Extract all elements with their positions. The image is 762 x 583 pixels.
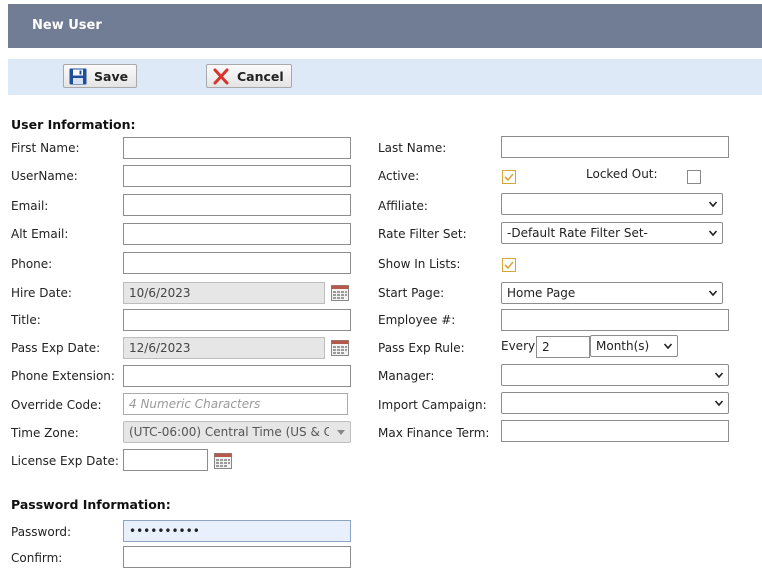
import-campaign-label: Import Campaign: (378, 398, 487, 412)
pass-exp-date-input: 12/6/2023 (123, 337, 325, 359)
manager-label: Manager: (378, 369, 435, 383)
locked-out-checkbox[interactable] (687, 170, 701, 184)
import-campaign-select[interactable] (501, 392, 729, 414)
pass-exp-rule-interval-input[interactable]: 2 (536, 336, 590, 358)
chevron-down-icon (714, 400, 724, 407)
phone-label: Phone: (11, 257, 53, 271)
license-exp-date-input[interactable] (123, 449, 208, 471)
phone-input[interactable] (123, 252, 351, 274)
confirm-password-input[interactable] (123, 546, 351, 568)
manager-select[interactable] (501, 364, 729, 386)
show-in-lists-checkbox[interactable] (502, 258, 516, 272)
start-page-label: Start Page: (378, 286, 445, 300)
password-input[interactable]: •••••••••• (123, 520, 351, 542)
save-button[interactable]: Save (63, 64, 137, 88)
cancel-label: Cancel (237, 68, 284, 84)
caret-down-icon (337, 430, 345, 435)
email-label: Email: (11, 199, 49, 213)
employee-number-label: Employee #: (378, 313, 456, 327)
title-input[interactable] (123, 309, 351, 331)
chevron-down-icon (708, 290, 718, 297)
alt-email-input[interactable] (123, 223, 351, 245)
alt-email-label: Alt Email: (11, 227, 69, 241)
calendar-icon[interactable] (331, 340, 349, 356)
max-finance-term-input[interactable] (501, 420, 729, 442)
calendar-icon[interactable] (214, 453, 232, 469)
employee-number-input[interactable] (501, 309, 729, 331)
hire-date-label: Hire Date: (11, 286, 72, 300)
chevron-down-icon (708, 201, 718, 208)
phone-extension-input[interactable] (123, 365, 351, 387)
pass-exp-rule-unit-value: Month(s) (596, 339, 650, 353)
window-title-bar: New User (8, 4, 762, 48)
password-label: Password: (11, 525, 72, 539)
license-exp-date-label: License Exp Date: (11, 454, 119, 468)
affiliate-select[interactable] (501, 193, 723, 215)
user-information-heading: User Information: (11, 117, 136, 132)
time-zone-value: (UTC-06:00) Central Time (US & Ca (129, 425, 329, 439)
title-label: Title: (11, 313, 41, 327)
username-label: UserName: (11, 169, 78, 183)
password-information-heading: Password Information: (11, 497, 171, 512)
first-name-label: First Name: (11, 141, 80, 155)
first-name-input[interactable] (123, 137, 351, 159)
every-label: Every (501, 339, 536, 353)
pass-exp-rule-unit-select[interactable]: Month(s) (590, 335, 678, 357)
locked-out-label: Locked Out: (586, 167, 658, 181)
save-label: Save (94, 68, 129, 84)
start-page-value: Home Page (507, 286, 576, 300)
max-finance-term-label: Max Finance Term: (378, 426, 490, 440)
cancel-button[interactable]: Cancel (206, 64, 292, 88)
rate-filter-set-select[interactable]: -Default Rate Filter Set- (501, 222, 723, 244)
time-zone-label: Time Zone: (11, 426, 79, 440)
active-label: Active: (378, 169, 420, 183)
confirm-label: Confirm: (11, 551, 63, 565)
pass-exp-rule-label: Pass Exp Rule: (378, 341, 465, 355)
rate-filter-set-value: -Default Rate Filter Set- (507, 226, 648, 240)
affiliate-label: Affiliate: (378, 199, 428, 213)
phone-extension-label: Phone Extension: (11, 369, 115, 383)
calendar-icon[interactable] (331, 285, 349, 301)
checkmark-icon (504, 261, 514, 270)
last-name-label: Last Name: (378, 141, 447, 155)
save-icon (69, 68, 87, 84)
time-zone-select[interactable]: (UTC-06:00) Central Time (US & Ca (123, 421, 351, 443)
last-name-input[interactable] (501, 136, 729, 158)
override-code-label: Override Code: (11, 398, 102, 412)
pass-exp-date-label: Pass Exp Date: (11, 341, 101, 355)
rate-filter-set-label: Rate Filter Set: (378, 227, 467, 241)
chevron-down-icon (714, 372, 724, 379)
chevron-down-icon (708, 230, 718, 237)
email-input[interactable] (123, 194, 351, 216)
override-code-input[interactable]: 4 Numeric Characters (123, 393, 348, 415)
close-icon (213, 68, 229, 84)
username-input[interactable] (123, 165, 351, 187)
checkmark-icon (504, 173, 514, 182)
hire-date-input: 10/6/2023 (123, 282, 325, 304)
page-title: New User (32, 18, 102, 33)
chevron-down-icon (663, 343, 673, 350)
start-page-select[interactable]: Home Page (501, 282, 723, 304)
show-in-lists-label: Show In Lists: (378, 257, 461, 271)
active-checkbox[interactable] (502, 170, 516, 184)
